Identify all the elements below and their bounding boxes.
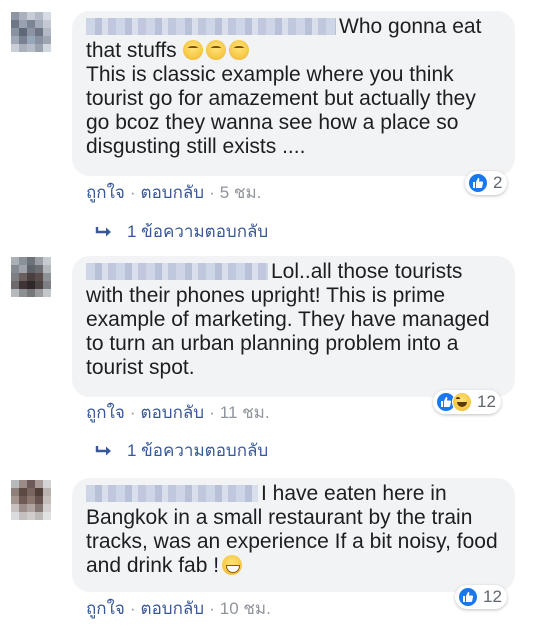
replies-count-label: 1 ข้อความตอบกลับ	[127, 441, 269, 460]
reaction-summary[interactable]: 12	[455, 585, 507, 609]
grin-emoji-icon	[222, 555, 243, 575]
like-link[interactable]: ถูกใจ	[86, 403, 125, 422]
view-replies-link[interactable]: 1 ข้อความตอบกลับ	[95, 222, 268, 242]
separator: ·	[129, 599, 136, 618]
author-name-blurred[interactable]	[86, 485, 258, 502]
like-link[interactable]: ถูกใจ	[86, 183, 125, 202]
reply-link[interactable]: ตอบกลับ	[141, 599, 205, 618]
replies-count-label: 1 ข้อความตอบกลับ	[127, 222, 269, 241]
avatar[interactable]	[11, 257, 51, 297]
like-icon	[468, 173, 488, 193]
haha-icon	[452, 392, 472, 412]
comment-actions: ถูกใจ · ตอบกลับ · 11 ชม.	[86, 403, 270, 423]
reaction-summary[interactable]: 2	[465, 171, 508, 195]
reply-link[interactable]: ตอบกลับ	[141, 183, 205, 202]
reaction-count: 12	[477, 392, 496, 411]
like-link[interactable]: ถูกใจ	[86, 599, 125, 618]
comment-bubble: I have eaten here in Bangkok in a small …	[72, 478, 515, 592]
separator: ·	[209, 403, 215, 422]
thinking-emoji-icon	[228, 40, 249, 60]
comment-actions: ถูกใจ · ตอบกลับ · 5 ชม.	[86, 183, 261, 203]
reaction-count: 12	[483, 587, 502, 606]
timestamp[interactable]: 10 ชม.	[220, 599, 271, 618]
separator: ·	[129, 183, 136, 202]
comment-bubble: Who gonna eat that stuffs This is classi…	[72, 11, 515, 176]
thinking-emoji-icon	[205, 40, 226, 60]
thinking-emoji-icon	[182, 40, 203, 60]
separator: ·	[209, 599, 215, 618]
separator: ·	[209, 183, 215, 202]
separator: ·	[129, 403, 136, 422]
author-name-blurred[interactable]	[86, 263, 268, 280]
reaction-count: 2	[493, 173, 503, 192]
comment-bubble: Lol..all those tourists with their phone…	[72, 256, 515, 397]
timestamp[interactable]: 5 ชม.	[220, 183, 262, 202]
comment-text-continued: This is classic example where you think …	[86, 63, 476, 158]
reply-arrow-icon	[95, 227, 111, 237]
like-icon	[458, 587, 478, 607]
reply-arrow-icon	[95, 446, 111, 456]
avatar[interactable]	[11, 480, 51, 520]
view-replies-link[interactable]: 1 ข้อความตอบกลับ	[95, 441, 268, 461]
reply-link[interactable]: ตอบกลับ	[141, 403, 205, 422]
avatar[interactable]	[11, 12, 51, 52]
timestamp[interactable]: 11 ชม.	[220, 403, 270, 422]
author-name-blurred[interactable]	[86, 18, 336, 35]
reaction-summary[interactable]: 12	[433, 390, 501, 414]
comment-actions: ถูกใจ · ตอบกลับ · 10 ชม.	[86, 599, 271, 619]
